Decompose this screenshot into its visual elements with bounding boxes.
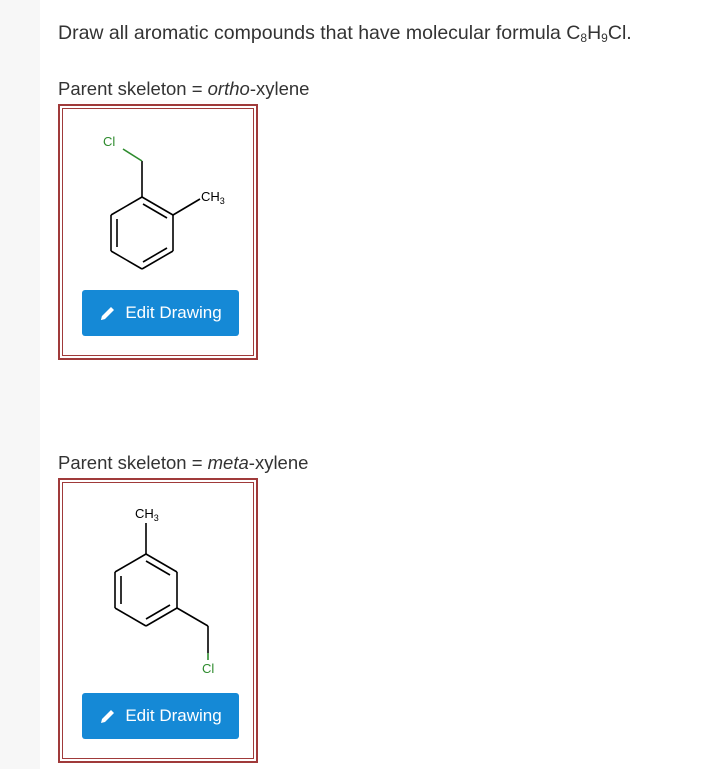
pencil-icon xyxy=(101,307,115,320)
drawing-canvas-ortho[interactable]: Cl CH3 Edit Drawing xyxy=(62,108,254,356)
edit-drawing-button-meta[interactable]: Edit Drawing xyxy=(82,693,239,739)
drawing-canvas-meta[interactable]: CH3 Cl Edit Drawing xyxy=(62,482,254,759)
section-label-meta: Parent skeleton = meta-xylene xyxy=(58,452,309,473)
edit-drawing-label: Edit Drawing xyxy=(125,303,222,322)
atom-cl: Cl xyxy=(202,661,214,676)
drawing-box-ortho[interactable]: Cl CH3 Edit Drawing xyxy=(58,104,258,360)
pencil-icon xyxy=(101,710,115,723)
atom-ch3: CH3 xyxy=(201,189,225,206)
edit-drawing-label: Edit Drawing xyxy=(125,706,222,725)
drawing-box-meta[interactable]: CH3 Cl Edit Drawing xyxy=(58,478,258,763)
question-text: Draw all aromatic compounds that have mo… xyxy=(58,22,632,45)
question-panel: Draw all aromatic compounds that have mo… xyxy=(40,0,717,769)
edit-drawing-button-ortho[interactable]: Edit Drawing xyxy=(82,290,239,336)
atom-ch3: CH3 xyxy=(135,506,159,523)
benzene-ring xyxy=(114,523,209,653)
cl-bond xyxy=(122,148,143,162)
section-label-ortho: Parent skeleton = ortho-xylene xyxy=(58,78,310,99)
benzene-ring xyxy=(110,161,201,270)
atom-cl: Cl xyxy=(103,134,115,149)
